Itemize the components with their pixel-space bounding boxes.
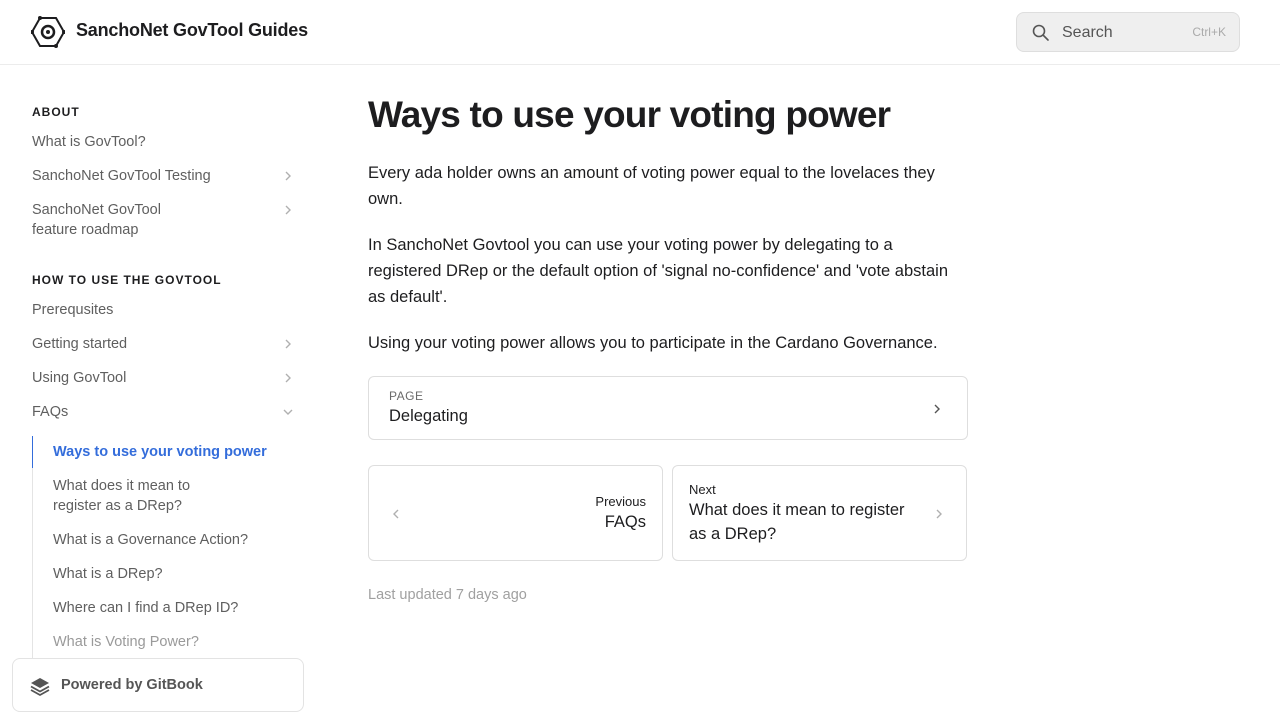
active-indicator [32,436,33,468]
search-shortcut: Ctrl+K [1192,25,1226,39]
paragraph-3: Using your voting power allows you to pa… [368,334,938,352]
sidebar-item-feature-roadmap[interactable]: SanchoNet GovTool feature roadmap [32,200,302,240]
previous-caption: Previous [595,494,646,509]
sidebar-item-register-as-drep[interactable]: What does it mean to register as a DRep? [53,476,203,516]
sidebar-item-label: SanchoNet GovTool Testing [32,168,211,184]
search-bar[interactable]: Search Ctrl+K [1016,12,1240,52]
chevron-right-icon[interactable] [278,334,298,354]
previous-page-card[interactable]: Previous FAQs [368,465,663,561]
govtool-hexagon-logo-icon[interactable] [31,16,65,48]
paragraph-1: Every ada holder owns an amount of votin… [368,164,935,208]
top-header: SanchoNet GovTool Guides Search Ctrl+K [0,0,1280,65]
page-link-kind: PAGE [389,389,424,403]
sidebar-item-getting-started[interactable]: Getting started [32,334,302,354]
chevron-down-icon[interactable] [278,402,298,422]
sidebar-item-label: Ways to use your voting power [53,444,267,460]
sidebar-item-governance-action[interactable]: What is a Governance Action? [53,530,283,550]
site-title[interactable]: SanchoNet GovTool Guides [76,20,308,41]
faq-subtree-line [32,436,33,666]
powered-by-label: Powered by GitBook [61,677,203,693]
chevron-right-icon[interactable] [278,368,298,388]
sidebar-item-govtool-testing[interactable]: SanchoNet GovTool Testing [32,166,302,186]
next-caption: Next [689,482,716,497]
previous-title: FAQs [604,513,646,531]
section-title-how-to-use: HOW TO USE THE GOVTOOL [32,273,222,287]
search-icon [1032,24,1049,41]
sidebar-item-label: SanchoNet GovTool feature roadmap [32,202,161,238]
sidebar-item-label: Using GovTool [32,370,127,386]
sidebar-item-label: What is a DRep? [53,566,163,582]
gitbook-icon [30,678,50,696]
sidebar-item-label: Prerequsites [32,302,114,318]
sidebar-item-label: FAQs [32,404,69,420]
chevron-right-icon[interactable] [278,200,298,220]
sidebar-item-label: Getting started [32,336,128,352]
sidebar-item-using-govtool[interactable]: Using GovTool [32,368,302,388]
sidebar-item-prerequisites[interactable]: Prerequsites [32,300,302,320]
chevron-right-icon[interactable] [278,166,298,186]
powered-by-gitbook-button[interactable]: Powered by GitBook [12,658,304,712]
chevron-right-icon [936,509,942,519]
last-updated-text: Last updated 7 days ago [368,587,527,603]
sidebar-item-label: What does it mean to register as a DRep? [53,478,191,514]
sidebar-item-label: What is Voting Power? [53,634,199,650]
sidebar-item-ways-to-use-voting-power[interactable]: Ways to use your voting power [53,442,283,462]
search-placeholder: Search [1062,24,1113,41]
chevron-right-icon [934,404,940,414]
page-title: Ways to use your voting power [368,94,891,135]
next-title: What does it mean to register as a DRep? [689,501,905,543]
sidebar-item-label: What is GovTool? [32,134,146,150]
sidebar-item-voting-power[interactable]: What is Voting Power? [53,632,283,652]
page-link-name: Delegating [389,407,468,425]
paragraph-2: In SanchoNet Govtool you can use your vo… [368,236,948,306]
sidebar-item-faqs[interactable]: FAQs [32,402,302,422]
sidebar-item-drep-id[interactable]: Where can I find a DRep ID? [53,598,283,618]
sidebar-item-what-is-govtool[interactable]: What is GovTool? [32,132,302,152]
section-title-about: ABOUT [32,105,80,119]
sidebar: ABOUT What is GovTool? SanchoNet GovTool… [0,65,320,720]
next-page-card[interactable]: Next What does it mean to register as a … [672,465,967,561]
sidebar-item-label: What is a Governance Action? [53,532,249,548]
chevron-left-icon [393,509,399,519]
sidebar-item-what-is-drep[interactable]: What is a DRep? [53,564,283,584]
page-link-card[interactable]: PAGE Delegating [368,376,968,440]
sidebar-item-label: Where can I find a DRep ID? [53,600,239,616]
